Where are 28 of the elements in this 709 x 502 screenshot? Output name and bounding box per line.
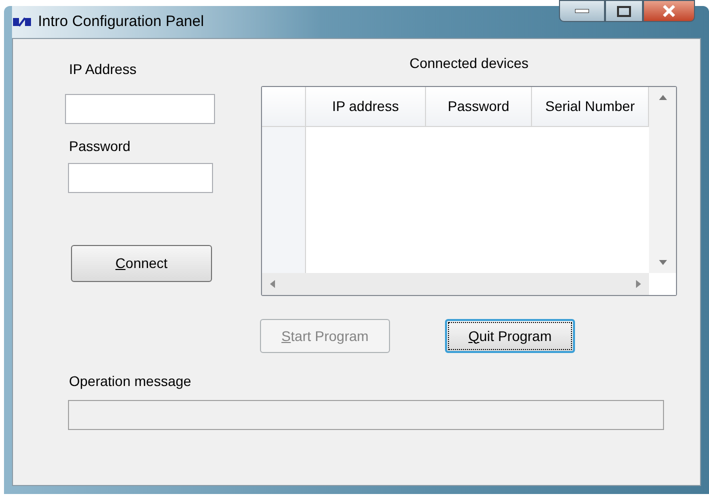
maximize-icon [617, 6, 631, 16]
scroll-left-icon [270, 280, 275, 288]
operation-message-label: Operation message [69, 372, 192, 391]
maximize-button[interactable] [605, 0, 643, 22]
password-field[interactable] [68, 163, 213, 193]
corner-header [262, 87, 306, 127]
connect-button[interactable]: Connect [71, 245, 212, 282]
close-icon [662, 5, 676, 17]
scrollbar-corner [649, 273, 676, 295]
vertical-scrollbar[interactable] [649, 87, 676, 273]
window-title: Intro Configuration Panel [38, 12, 204, 32]
horizontal-scrollbar[interactable] [262, 273, 649, 295]
app-icon [12, 15, 32, 29]
scroll-up-icon [658, 95, 666, 100]
password-label: Password [69, 137, 132, 156]
devices-grid[interactable]: IP address Password Serial Number [261, 86, 677, 296]
close-button[interactable] [643, 0, 695, 22]
connected-devices-label: Connected devices [409, 54, 529, 73]
ip-address-field[interactable] [65, 94, 215, 124]
scroll-down-icon [658, 260, 666, 265]
column-header[interactable]: Password [426, 87, 532, 127]
ip-address-label: IP Address [69, 60, 138, 79]
minimize-icon [575, 9, 589, 13]
scroll-right-icon [636, 280, 641, 288]
quit-program-button[interactable]: Quit Program [445, 319, 575, 353]
column-header[interactable]: Serial Number [532, 87, 649, 127]
minimize-button[interactable] [559, 0, 605, 22]
column-header[interactable]: IP address [306, 87, 426, 127]
